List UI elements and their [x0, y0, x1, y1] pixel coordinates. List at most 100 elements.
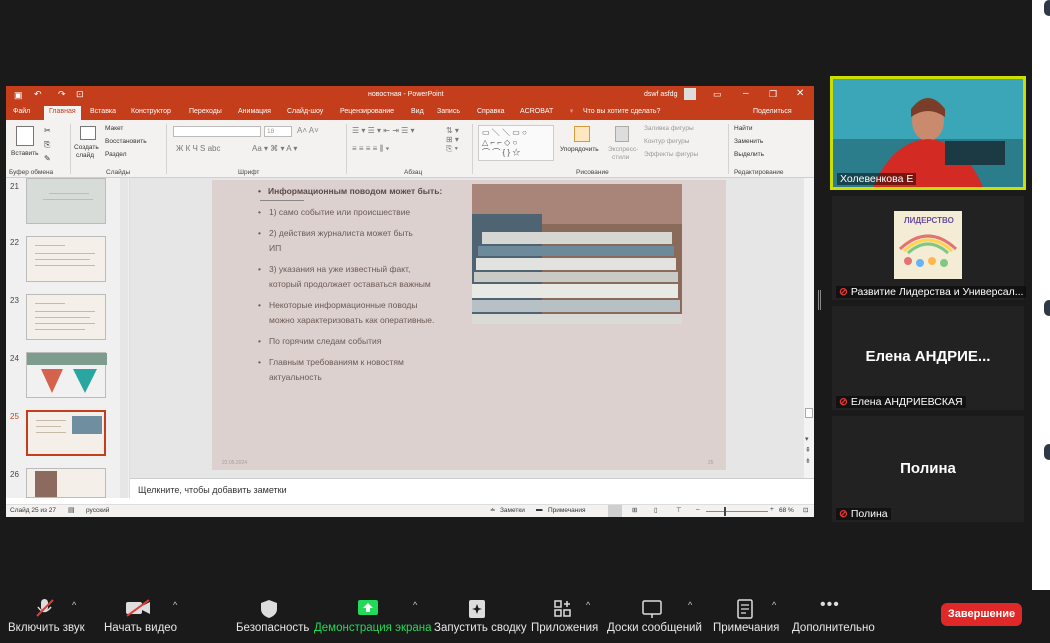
- shape-effects-button[interactable]: Эффекты фигуры: [644, 151, 698, 158]
- notes-toggle[interactable]: Заметки: [500, 507, 525, 514]
- apps-caret[interactable]: ^: [586, 600, 590, 610]
- minimize-icon[interactable]: –: [743, 88, 749, 99]
- bold-icon[interactable]: Ж К Ч S abc: [176, 144, 221, 153]
- tab-transitions[interactable]: Переходы: [189, 108, 222, 115]
- fit-slide-icon[interactable]: ⊡: [803, 506, 808, 514]
- shape-outline-button[interactable]: Контур фигуры: [644, 138, 689, 145]
- slideshow-icon[interactable]: ⊡: [76, 89, 84, 100]
- tab-design[interactable]: Конструктор: [131, 108, 171, 115]
- maximize-icon[interactable]: ❐: [769, 89, 777, 100]
- zoom-in-icon[interactable]: +: [770, 506, 774, 513]
- align-icons[interactable]: ≡ ≡ ≡ ≡ ⫼ ▾: [352, 144, 389, 154]
- zoom-slider-thumb[interactable]: [724, 507, 726, 516]
- grow-font-icon[interactable]: A˄ A˅: [297, 126, 319, 135]
- quick-styles-label-1[interactable]: Экспресс-: [608, 146, 638, 153]
- redo-icon[interactable]: ↷: [58, 89, 66, 100]
- new-slide-label-1[interactable]: Создать: [74, 144, 99, 151]
- participant-tile[interactable]: Полина ⊘ Полина: [832, 416, 1024, 522]
- slide-thumbnail[interactable]: [26, 178, 106, 224]
- start-video-button[interactable]: ^ Начать видео: [103, 590, 183, 643]
- end-meeting-button[interactable]: Завершение: [941, 603, 1022, 626]
- tab-view[interactable]: Вид: [411, 108, 424, 115]
- share-screen-button[interactable]: ^ Демонстрация экрана: [313, 590, 432, 643]
- unmute-caret[interactable]: ^: [72, 600, 76, 610]
- arrange-button[interactable]: Упорядочить: [560, 146, 599, 153]
- reset-button[interactable]: Восстановить: [105, 138, 147, 145]
- save-icon[interactable]: ▣: [14, 90, 23, 101]
- notes-placeholder[interactable]: Щелкните, чтобы добавить заметки: [138, 485, 287, 495]
- tab-home[interactable]: Главная: [44, 106, 81, 120]
- select-button[interactable]: Выделить: [734, 151, 764, 158]
- scroll-down-icon[interactable]: ▾: [805, 435, 809, 443]
- close-icon[interactable]: ✕: [796, 88, 804, 99]
- reading-view-icon[interactable]: ▯: [654, 506, 658, 514]
- comments-icon[interactable]: ▬: [536, 506, 543, 513]
- normal-view-icon[interactable]: [608, 505, 622, 517]
- tab-review[interactable]: Рецензирование: [340, 108, 394, 115]
- shapes-gallery[interactable]: ▭ ＼ ＼ ▭ ○ △ ⌐ ⌐ ◇ ○ ⌒ ⌒ { } ☆: [478, 125, 554, 161]
- editor-scrollbar[interactable]: ▾ ⇞ ⇟: [804, 178, 814, 498]
- text-direction-icon[interactable]: ⇅ ▾ ⊞ ▾ ⎘ ▾: [446, 126, 459, 154]
- new-slide-icon[interactable]: [80, 126, 96, 140]
- participant-tile-speaking[interactable]: Холевенкова Е: [830, 76, 1026, 190]
- security-button[interactable]: Безопасность: [235, 590, 309, 643]
- sorter-view-icon[interactable]: ⊞: [632, 506, 637, 514]
- notes-caret[interactable]: ^: [772, 600, 776, 610]
- notes-button[interactable]: ^ Примечания: [712, 590, 782, 643]
- format-painter-icon[interactable]: ✎: [44, 154, 51, 163]
- avatar[interactable]: [684, 88, 696, 100]
- find-button[interactable]: Найти: [734, 125, 753, 132]
- undo-icon[interactable]: ↶: [34, 89, 42, 100]
- participant-tile[interactable]: ЛИДЕРСТВО ⊘ Развитие Лидерства и Универса…: [832, 196, 1027, 300]
- layout-button[interactable]: Макет: [105, 125, 123, 132]
- spellcheck-icon[interactable]: ▤: [68, 506, 75, 514]
- tab-slideshow[interactable]: Слайд-шоу: [287, 108, 323, 115]
- quick-styles-label-2[interactable]: стили: [612, 154, 629, 161]
- slide-thumbnail[interactable]: [26, 468, 106, 498]
- whiteboards-caret[interactable]: ^: [688, 600, 692, 610]
- tab-help[interactable]: Справка: [477, 108, 504, 115]
- more-button[interactable]: ••• Дополнительно: [792, 590, 875, 643]
- tab-acrobat[interactable]: ACROBAT: [520, 108, 553, 115]
- ribbon-options-icon[interactable]: ▭: [713, 89, 722, 100]
- notes-pane[interactable]: Щелкните, чтобы добавить заметки: [130, 478, 814, 500]
- copy-icon[interactable]: ⎘: [44, 140, 50, 150]
- whiteboards-button[interactable]: ^ Доски сообщений: [606, 590, 702, 643]
- shape-fill-button[interactable]: Заливка фигуры: [644, 125, 694, 132]
- current-slide[interactable]: • Информационным поводом может быть: • 1…: [212, 180, 726, 470]
- paste-icon[interactable]: [16, 126, 34, 146]
- bullets-icon[interactable]: ☰ ▾ ☰ ▾ ⇤ ⇥ ☰ ▾: [352, 126, 415, 135]
- paste-button[interactable]: Вставить: [11, 150, 39, 157]
- participant-tile[interactable]: Елена АНДРИЕ... ⊘ Елена АНДРИЕВСКАЯ: [832, 306, 1024, 410]
- scroll-thumb[interactable]: [805, 408, 813, 418]
- slide-thumbnail[interactable]: [26, 294, 106, 340]
- arrange-icon[interactable]: [574, 126, 590, 142]
- thumbs-scrollbar[interactable]: [120, 178, 128, 498]
- new-slide-label-2[interactable]: слайд: [76, 152, 94, 159]
- slide-thumbnail[interactable]: [26, 352, 107, 398]
- font-size-select[interactable]: 18: [264, 126, 292, 137]
- slide-thumbnail[interactable]: [26, 236, 106, 282]
- zoom-slider[interactable]: [706, 511, 768, 512]
- slide-thumbnails-pane[interactable]: 21 22 23 24 25 26: [6, 178, 130, 498]
- zoom-out-icon[interactable]: –: [696, 506, 700, 513]
- section-button[interactable]: Раздел: [105, 151, 126, 158]
- share-button[interactable]: Поделиться: [753, 108, 792, 115]
- panel-splitter[interactable]: [818, 290, 821, 310]
- tell-me-search[interactable]: Что вы хотите сделать?: [583, 108, 660, 115]
- quick-styles-icon[interactable]: [615, 126, 629, 142]
- share-caret[interactable]: ^: [413, 600, 417, 610]
- apps-button[interactable]: ^ Приложения: [531, 590, 601, 643]
- comments-toggle[interactable]: Примечания: [548, 507, 586, 514]
- prev-slide-icon[interactable]: ⇞: [805, 446, 811, 454]
- video-caret[interactable]: ^: [173, 600, 177, 610]
- shared-powerpoint-window[interactable]: ▣ ↶ ↷ ⊡ новостная - PowerPoint dswf asfd…: [6, 86, 814, 517]
- unmute-button[interactable]: ^ Включить звук: [8, 590, 88, 643]
- replace-button[interactable]: Заменить: [734, 138, 763, 145]
- slideshow-view-icon[interactable]: ⊤: [676, 506, 682, 514]
- font-name-select[interactable]: [173, 126, 261, 137]
- tab-insert[interactable]: Вставка: [90, 108, 116, 115]
- zoom-level[interactable]: 68 %: [779, 507, 794, 514]
- slide-thumbnail-active[interactable]: [26, 410, 106, 456]
- next-slide-icon[interactable]: ⇟: [805, 457, 811, 465]
